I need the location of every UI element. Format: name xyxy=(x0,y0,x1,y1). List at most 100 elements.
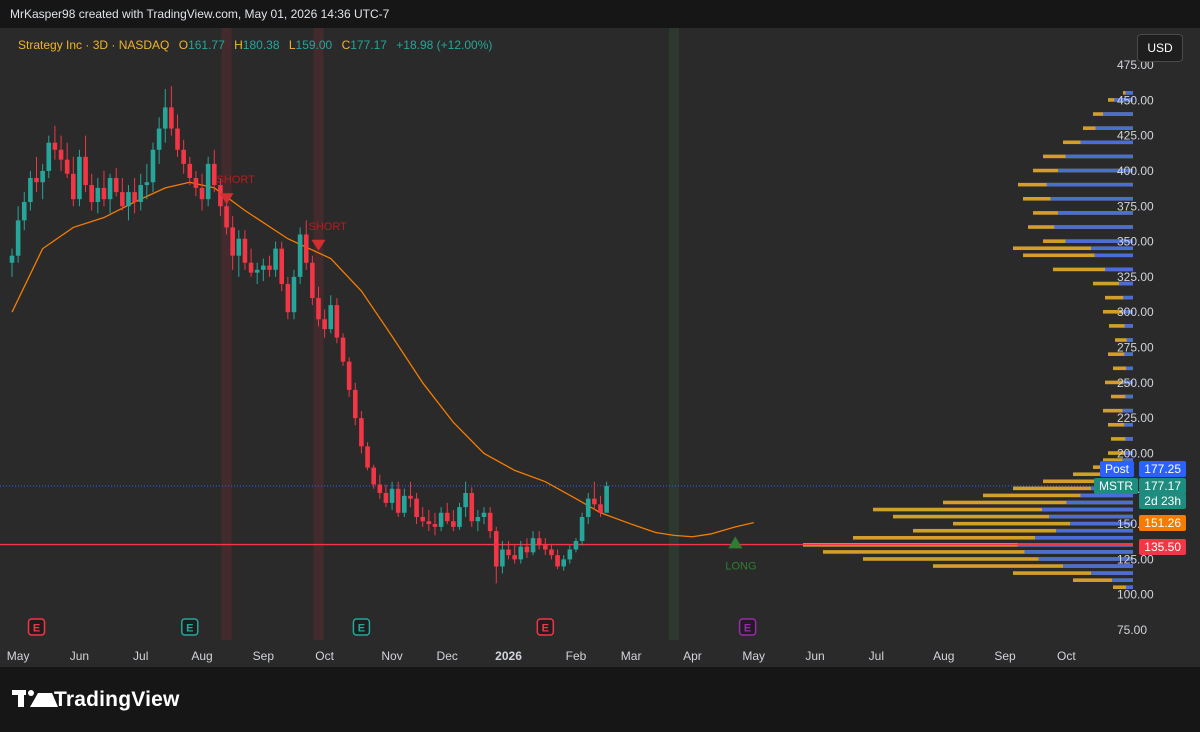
close-label: C xyxy=(341,38,351,52)
horizontal-line-price-tag: 135.50 xyxy=(1139,539,1186,555)
y-axis-tick-label: 275.00 xyxy=(1117,341,1154,355)
candle-body xyxy=(414,498,419,517)
y-axis-tick-label: 425.00 xyxy=(1117,129,1154,143)
candle-body xyxy=(389,488,395,503)
candle-body xyxy=(371,467,376,485)
candle-body xyxy=(28,178,33,203)
candle-body xyxy=(365,446,370,468)
chart-panel[interactable]: SHORT SHORT LONG E E E E E 75.00 100.00 125.00 150.… xyxy=(0,28,1200,667)
candle-body xyxy=(598,504,603,513)
volume-profile-bar-value xyxy=(1035,535,1133,540)
candle-body xyxy=(408,495,413,499)
candle-body xyxy=(15,220,21,256)
candle-body xyxy=(113,178,119,193)
close-value: 177.17 xyxy=(350,38,387,52)
candle-body xyxy=(359,418,364,447)
x-axis-tick-label: Jun xyxy=(805,649,824,663)
candle-body xyxy=(395,488,401,513)
candle-body xyxy=(95,187,101,203)
candle-body xyxy=(162,107,168,129)
candle-body xyxy=(567,549,573,560)
tradingview-logo[interactable]: TradingView xyxy=(12,688,180,712)
volume-profile-bar-value xyxy=(1091,571,1133,575)
candle-body xyxy=(254,269,260,273)
y-axis-tick-label: 375.00 xyxy=(1117,199,1154,213)
x-axis-tick-label: Sep xyxy=(253,649,275,663)
candle-body xyxy=(236,238,242,256)
candle-body xyxy=(444,512,450,522)
candle-body xyxy=(579,517,585,542)
created-by-caption: MrKasper98 created with TradingView.com,… xyxy=(10,7,390,21)
candle-body xyxy=(64,159,70,174)
candle-body xyxy=(555,555,560,567)
currency-button[interactable]: USD xyxy=(1137,34,1183,62)
candle-body xyxy=(438,512,444,527)
short-signal-label: SHORT xyxy=(309,221,348,233)
candle-body xyxy=(120,192,125,207)
ema-line xyxy=(11,181,754,538)
candle-body xyxy=(297,234,303,277)
candle-body xyxy=(101,187,107,200)
x-axis-tick-label: May xyxy=(742,649,765,663)
candle-body xyxy=(469,492,475,522)
candle-body xyxy=(83,156,88,186)
candle-body xyxy=(402,495,407,513)
candle-body xyxy=(310,262,315,299)
y-axis-tick-label: 100.00 xyxy=(1117,588,1154,602)
high-value: 180.38 xyxy=(242,38,280,52)
candle-body xyxy=(426,521,432,525)
symbol-legend: Strategy Inc · 3D · NASDAQ O161.77 H180.… xyxy=(18,38,492,52)
earnings-icon-letter: E xyxy=(744,623,751,635)
candle-body xyxy=(132,192,137,203)
y-axis-tick-label: 400.00 xyxy=(1117,164,1154,178)
candle-body xyxy=(199,187,205,200)
low-label: L xyxy=(288,38,296,52)
candle-body xyxy=(573,541,579,550)
candle-body xyxy=(291,276,297,313)
candle-body xyxy=(285,283,291,313)
highlight-band xyxy=(221,28,232,640)
y-axis-tick-label: 75.00 xyxy=(1117,623,1147,637)
x-axis-tick-label: Jun xyxy=(70,649,89,663)
candle-body xyxy=(267,265,272,270)
open-label: O xyxy=(178,38,189,52)
candle-body xyxy=(230,227,235,256)
candle-body xyxy=(383,492,389,503)
candle-body xyxy=(71,173,76,200)
volume-profile-bar-value xyxy=(1042,507,1133,512)
candle-body xyxy=(420,517,426,522)
volume-profile-bar-value xyxy=(1103,112,1133,116)
candle-body xyxy=(346,361,352,390)
candle-body xyxy=(107,178,113,200)
footer: TradingView xyxy=(0,667,1200,732)
price-chart[interactable]: SHORTSHORTLONGE E E E E 75.00100.00125.00150.… xyxy=(0,28,1200,667)
x-axis-tick-label: Dec xyxy=(437,649,458,663)
y-axis-tick-label: 300.00 xyxy=(1117,305,1154,319)
volume-profile-bar-value xyxy=(1094,253,1133,258)
candle-body xyxy=(530,538,536,553)
x-axis-tick-label: Aug xyxy=(191,649,212,663)
candle-body xyxy=(261,265,266,270)
tradingview-logo-icon xyxy=(12,690,58,710)
volume-profile-bar-value xyxy=(1046,182,1133,187)
volume-profile-bar-value xyxy=(1112,578,1133,582)
volume-profile-bar-value xyxy=(1125,437,1133,441)
candle-body xyxy=(126,192,131,207)
candle-body xyxy=(150,149,156,183)
candle-body xyxy=(138,185,144,203)
candle-body xyxy=(328,305,334,330)
symbol-price-label: MSTR xyxy=(1094,478,1138,494)
candle-body xyxy=(169,107,174,129)
post-price-tag: 177.25 xyxy=(1139,461,1186,477)
x-axis-tick-label: Oct xyxy=(315,649,334,663)
volume-profile-bar-value xyxy=(1124,324,1133,328)
earnings-icon-letter: E xyxy=(542,623,549,635)
candle-body xyxy=(58,149,64,160)
x-axis-tick-label: 2026 xyxy=(495,649,522,663)
candle-body xyxy=(549,549,554,556)
candle-body xyxy=(518,546,524,560)
candle-body xyxy=(334,305,340,338)
tradingview-brand: TradingView xyxy=(54,688,180,711)
candle-body xyxy=(536,538,542,546)
candle-body xyxy=(187,163,193,178)
